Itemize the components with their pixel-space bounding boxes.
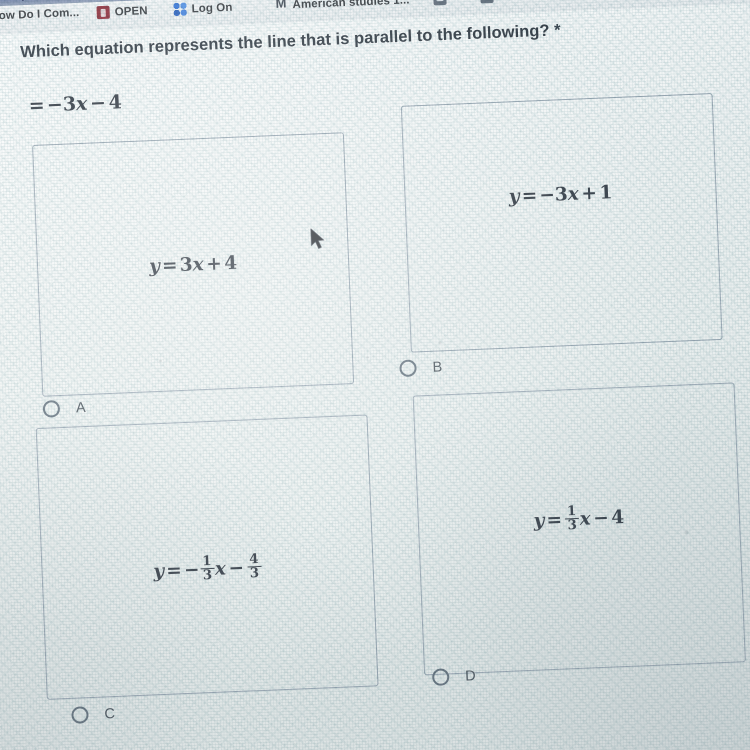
option-d-constant: 4 (610, 506, 625, 529)
option-a-image-box[interactable]: y = 3 x + 4 (32, 132, 355, 397)
dust-speck (182, 398, 186, 402)
option-a-letter: A (75, 399, 86, 416)
bookmark-how-do-i-com[interactable]: 1.2 How Do I Com... (0, 7, 80, 23)
option-a-lhs: y (148, 255, 161, 277)
given-equation: = − 3 x − 4 (26, 91, 122, 117)
omnibox-url-fragment: pqcoope (0, 0, 37, 3)
bookmark-partial[interactable] (433, 0, 452, 6)
option-b-operator: + (580, 182, 598, 205)
option-b-sign: − (539, 184, 556, 207)
option-c-variable: x (214, 557, 227, 580)
bookmark-label: American studies 1... (292, 0, 410, 11)
option-c-coef-denominator: 3 (200, 567, 215, 583)
form-page: Which equation represents the line that … (0, 2, 750, 750)
option-c-relation: = (165, 559, 183, 582)
option-a-operator: + (205, 252, 223, 275)
bookmark-partial-2[interactable] (480, 0, 494, 4)
option-c-equation: y = − 1 3 x − 4 3 (152, 551, 263, 586)
generic-site-icon (433, 0, 447, 6)
given-eq-relation: = (28, 94, 46, 118)
option-a-equation: y = 3 x + 4 (149, 252, 238, 277)
option-d-coefficient-fraction: 1 3 (564, 503, 580, 533)
bookmark-app-icon (96, 5, 110, 20)
option-c-letter: C (104, 705, 116, 722)
option-c-sign: − (183, 558, 200, 581)
bookmark-log-on[interactable]: Log On (173, 1, 232, 16)
browser-window: pqcoope 1.2 How Do I Com... OPEN Log On … (0, 0, 750, 750)
photograph-of-screen: pqcoope 1.2 How Do I Com... OPEN Log On … (0, 0, 750, 750)
option-d-relation: = (546, 509, 563, 531)
option-b-variable: x (567, 183, 580, 206)
option-c-operator: − (228, 557, 245, 579)
option-c-lhs: y (152, 560, 165, 582)
bookmark-label: Log On (191, 1, 233, 15)
given-eq-constant: 4 (108, 91, 123, 114)
option-b-constant: 1 (599, 182, 613, 204)
radio-button-b[interactable] (399, 359, 417, 378)
gmail-icon (274, 0, 288, 12)
given-eq-operator: − (89, 91, 107, 115)
option-d-equation: y = 1 3 x − 4 (533, 503, 625, 535)
radio-button-c[interactable] (71, 706, 89, 724)
given-eq-sign: − (46, 93, 64, 117)
option-d-image-box[interactable]: y = 1 3 x − 4 (412, 382, 746, 676)
radio-button-d[interactable] (431, 668, 450, 687)
dust-speck (438, 341, 442, 345)
generic-site-icon (480, 0, 494, 4)
option-b-relation: = (521, 185, 538, 207)
option-a-variable: x (192, 253, 205, 275)
radio-button-a[interactable] (42, 400, 61, 418)
option-b-image-box[interactable]: y = − 3 x + 1 (400, 93, 723, 353)
option-d-radio-row[interactable]: D (431, 667, 477, 687)
bookmark-american-studies[interactable]: American studies 1... (274, 0, 410, 12)
option-c-constant-fraction: 4 3 (247, 551, 262, 582)
option-a-radio-row[interactable]: A (42, 399, 86, 418)
bookmark-label: OPEN (114, 4, 148, 18)
option-c-const-denominator: 3 (247, 565, 262, 582)
option-b-lhs: y (508, 186, 520, 208)
bookmark-label: 1.2 How Do I Com... (0, 6, 80, 23)
option-b-coefficient: 3 (554, 184, 569, 206)
option-b-radio-row[interactable]: B (399, 358, 443, 378)
option-a-coefficient: 3 (179, 254, 194, 276)
option-d-variable: x (579, 507, 592, 530)
bookmark-open[interactable]: OPEN (96, 4, 148, 20)
dust-speck (366, 356, 370, 359)
given-eq-variable: x (75, 92, 88, 116)
option-b-letter: B (432, 358, 443, 376)
option-d-lhs: y (533, 509, 545, 532)
option-d-letter: D (464, 667, 477, 685)
option-b-equation: y = − 3 x + 1 (508, 182, 612, 207)
required-asterisk: * (553, 21, 561, 40)
option-d-coef-denominator: 3 (564, 517, 580, 533)
option-c-image-box[interactable]: y = − 1 3 x − 4 3 (35, 414, 379, 700)
given-eq-coefficient: 3 (62, 93, 77, 116)
option-d-operator: − (592, 507, 610, 529)
pinwheel-icon (173, 3, 187, 17)
option-c-radio-row[interactable]: C (71, 705, 115, 724)
option-c-coefficient-fraction: 1 3 (200, 553, 215, 583)
option-a-constant: 4 (223, 252, 238, 274)
option-a-relation: = (161, 254, 178, 277)
